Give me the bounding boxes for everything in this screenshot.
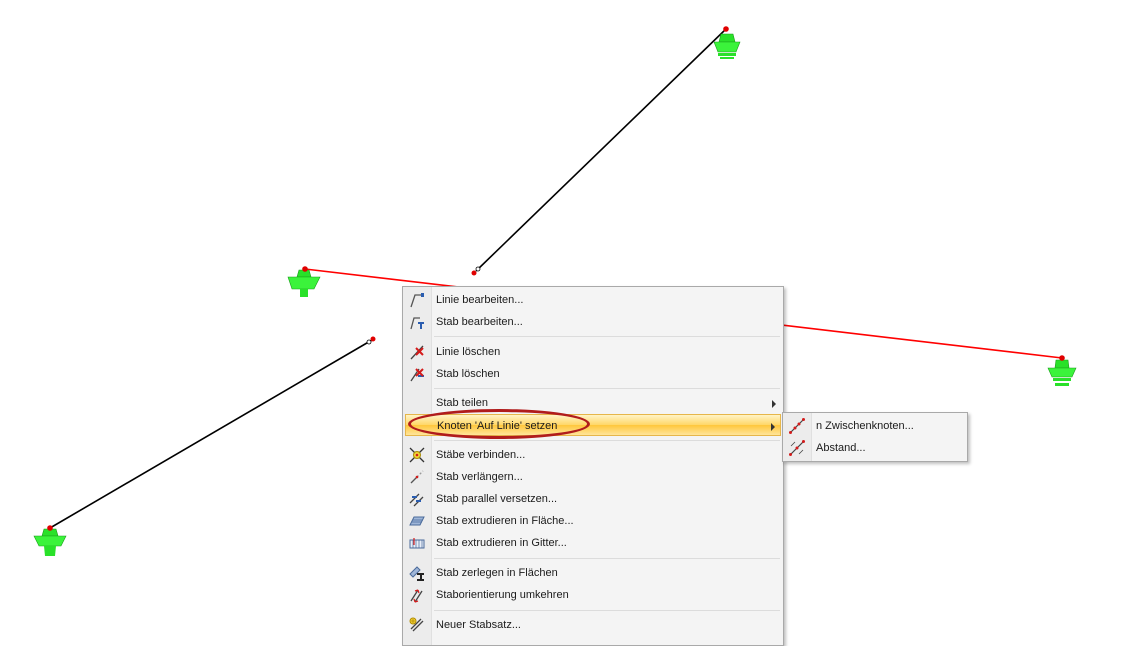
extrude-grid-icon [409, 538, 425, 549]
menu-item-edit-line[interactable]: Linie bearbeiten... [405, 289, 781, 311]
menu-item-label: Knoten 'Auf Linie' setzen [437, 420, 558, 432]
context-menu: Linie bearbeiten... Stab bearbeiten... L… [402, 286, 784, 646]
intermediate-nodes-icon [789, 418, 805, 434]
menu-item-label: Stab teilen [436, 397, 488, 409]
menu-separator [434, 388, 780, 389]
delete-member-icon [410, 368, 424, 382]
offset-member-icon [409, 493, 424, 507]
delete-line-icon [410, 345, 424, 360]
menu-item-label: Stab extrudieren in Fläche... [436, 515, 574, 527]
menu-item-label: Stab löschen [436, 368, 500, 380]
menu-separator [434, 336, 780, 337]
extend-member-icon [410, 470, 424, 484]
submenu-item-intermediate-nodes[interactable]: n Zwischenknoten... [785, 415, 965, 437]
submenu-arrow-icon [772, 400, 776, 408]
menu-item-new-member-set[interactable]: Neuer Stabsatz... [405, 614, 781, 636]
menu-item-edit-member[interactable]: Stab bearbeiten... [405, 311, 781, 333]
menu-item-node-on-line[interactable]: Knoten 'Auf Linie' setzen [405, 414, 781, 436]
menu-item-delete-line[interactable]: Linie löschen [405, 341, 781, 363]
support-icon[interactable] [287, 269, 321, 297]
distance-icon [789, 440, 805, 456]
menu-item-label: Stab parallel versetzen... [436, 493, 558, 505]
node-point[interactable] [471, 270, 477, 276]
menu-item-extrude-surface[interactable]: Stab extrudieren in Fläche... [405, 510, 781, 532]
decompose-member-icon [409, 566, 424, 581]
support-icon[interactable] [33, 528, 67, 556]
menu-item-label: Staborientierung umkehren [436, 589, 569, 601]
node-point[interactable] [47, 525, 53, 531]
menu-separator [434, 558, 780, 559]
menu-item-label: Stab bearbeiten... [436, 316, 523, 328]
support-icon[interactable] [1047, 359, 1077, 386]
connect-members-icon [409, 447, 425, 463]
menu-item-connect-members[interactable]: Stäbe verbinden... [405, 444, 781, 466]
menu-item-offset-member[interactable]: Stab parallel versetzen... [405, 488, 781, 510]
menu-item-label: Stab extrudieren in Gitter... [436, 537, 567, 549]
node-point[interactable] [723, 26, 729, 32]
menu-item-label: Linie bearbeiten... [436, 294, 524, 306]
menu-item-label: Linie löschen [436, 346, 501, 358]
menu-item-divide-member[interactable]: Stab teilen [405, 392, 781, 414]
node-point[interactable] [370, 336, 376, 342]
menu-item-extrude-grid[interactable]: Stab extrudieren in Gitter... [405, 532, 781, 554]
menu-separator [434, 610, 780, 611]
member-line-left[interactable] [49, 339, 373, 529]
edit-member-icon [410, 317, 424, 330]
menu-item-label: Neuer Stabsatz... [436, 619, 521, 631]
extrude-surface-icon [409, 516, 425, 526]
node-point[interactable] [302, 266, 308, 272]
node-endpoint-open[interactable] [366, 339, 372, 345]
submenu: n Zwischenknoten... Abstand... [782, 412, 968, 462]
menu-item-label: Stäbe verbinden... [436, 449, 526, 461]
menu-item-label: Abstand... [816, 442, 866, 454]
submenu-item-distance[interactable]: Abstand... [785, 437, 965, 459]
reverse-orientation-icon [410, 589, 423, 603]
edit-line-icon [410, 293, 424, 308]
menu-item-reverse-orientation[interactable]: Staborientierung umkehren [405, 584, 781, 606]
menu-separator [434, 440, 780, 441]
node-endpoint-open[interactable] [475, 266, 481, 272]
menu-item-label: Stab zerlegen in Flächen [436, 567, 558, 579]
new-member-set-icon [409, 617, 424, 632]
menu-item-decompose-member[interactable]: Stab zerlegen in Flächen [405, 562, 781, 584]
menu-item-delete-member[interactable]: Stab löschen [405, 363, 781, 385]
submenu-arrow-icon [771, 423, 775, 431]
node-point[interactable] [1059, 355, 1065, 361]
menu-item-label: Stab verlängern... [436, 471, 523, 483]
menu-item-extend-member[interactable]: Stab verlängern... [405, 466, 781, 488]
member-line-top[interactable] [475, 28, 727, 272]
menu-item-label: n Zwischenknoten... [816, 420, 914, 432]
